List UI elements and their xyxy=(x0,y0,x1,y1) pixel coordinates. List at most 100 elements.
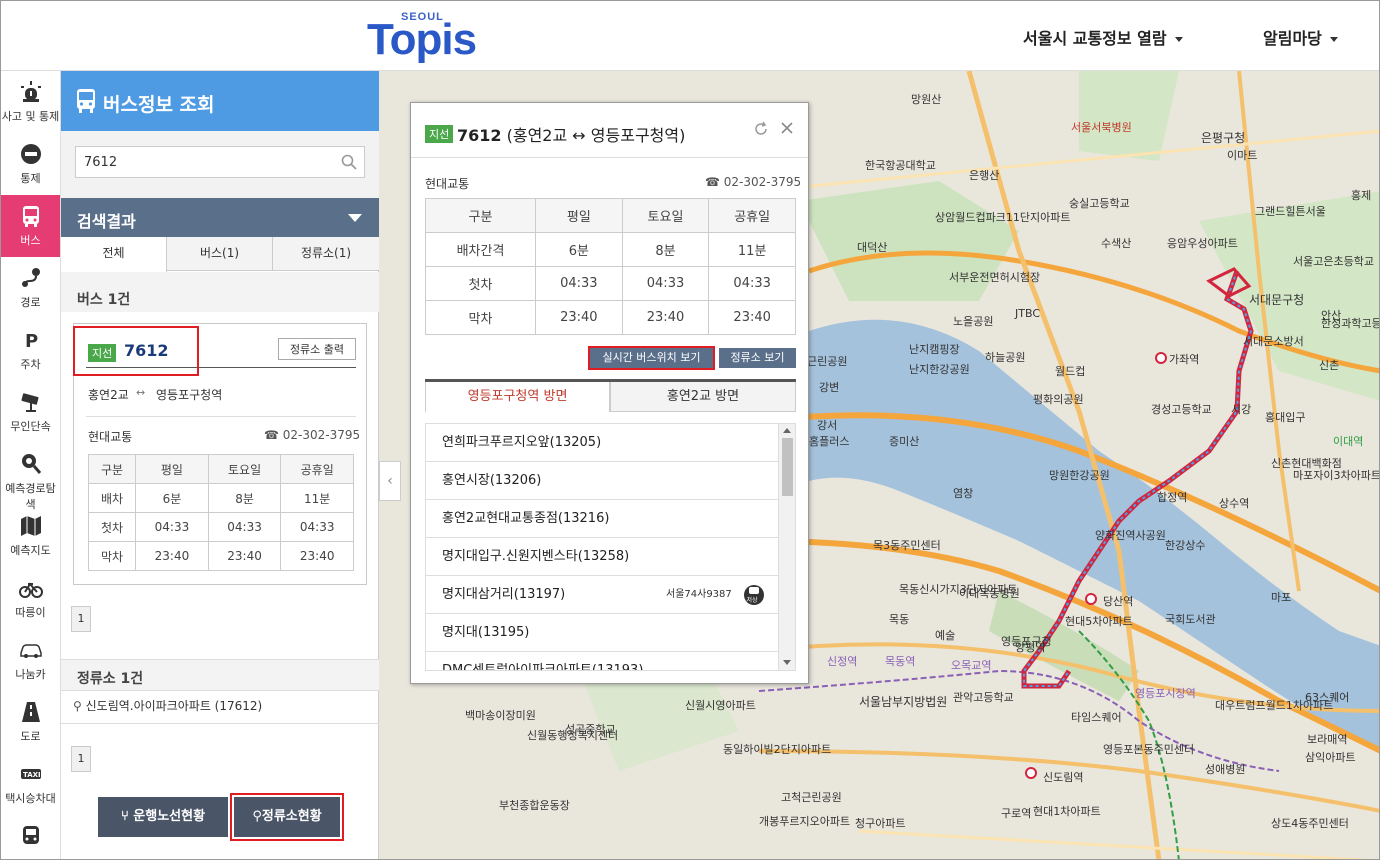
nav-traffic-info[interactable]: 서울시 교통정보 열람 xyxy=(1023,25,1183,49)
iconbar-item-train[interactable] xyxy=(1,815,60,859)
iconbar-label: 따릉이 xyxy=(15,606,46,619)
no-entry-icon xyxy=(20,144,41,164)
subway-station-marker[interactable] xyxy=(1155,352,1167,364)
map-label: 마포자이3차아파트 xyxy=(1293,469,1380,482)
tab-bus[interactable]: 버스(1) xyxy=(167,237,273,271)
refresh-icon[interactable] xyxy=(753,121,769,137)
iconbar-item-route[interactable]: 경로 xyxy=(1,257,60,319)
map-label: 강변 xyxy=(819,381,840,394)
map-label: 구로역 xyxy=(1001,807,1032,820)
stop-status-highlight-box xyxy=(230,793,344,841)
table-cell: 23:40 xyxy=(621,300,710,335)
nav-notice[interactable]: 알림마당 xyxy=(1263,25,1338,49)
list-item[interactable]: 명지대입구.신원지벤스타(13258) xyxy=(426,538,778,576)
map-label: 망원산 xyxy=(911,93,942,106)
iconbar-label: 예측지도 xyxy=(10,544,51,557)
subway-station-marker[interactable] xyxy=(1085,593,1097,605)
panel-collapse-button[interactable]: ‹ xyxy=(379,461,401,501)
route-status-button[interactable]: ⑂ 운행노선현황 xyxy=(98,797,228,837)
map-label: 서대문구청 xyxy=(1249,293,1305,307)
subway-station-marker[interactable] xyxy=(1025,767,1037,779)
map-label: 신촌 xyxy=(1319,359,1340,372)
map-label: JTBC xyxy=(1015,307,1040,320)
map-label: 망원한강공원 xyxy=(1049,469,1110,482)
map-label: 국회도서관 xyxy=(1165,613,1216,626)
bus-icon xyxy=(22,206,39,227)
svg-text:TAXI: TAXI xyxy=(23,771,41,779)
map-label: 가좌역 xyxy=(1169,353,1200,366)
table-cell: 04:33 xyxy=(621,266,710,301)
list-item[interactable]: 홍연시장(13206) xyxy=(426,462,778,500)
route-icon xyxy=(21,268,40,287)
tab-all[interactable]: 전체 xyxy=(61,237,167,272)
topis-logo[interactable]: SEOUL Topis xyxy=(367,11,491,64)
map-label: 근린공원 xyxy=(807,355,848,368)
map-label: 양화진역사공원 xyxy=(1095,529,1166,542)
park-area xyxy=(1079,71,1179,161)
map-label: 마포 xyxy=(1271,591,1292,604)
map-label: 현대5차아파트 xyxy=(1065,615,1133,628)
list-item[interactable]: 홍연2교현대교통종점(13216) xyxy=(426,500,778,538)
caret-down-icon xyxy=(1174,37,1183,42)
list-item[interactable]: DMC센트럴아이파크아파트(13193) xyxy=(426,652,778,670)
iconbar-item-accident[interactable]: 사고 및 통제 xyxy=(1,71,60,133)
map-label: 목동 xyxy=(889,613,910,626)
stop-list-scrollbar[interactable] xyxy=(778,424,795,670)
map-label: 영등포본동주민센터 xyxy=(1103,743,1195,756)
iconbar-item-taxi[interactable]: TAXI 택시승차대 xyxy=(1,753,60,815)
list-item-with-bus[interactable]: 명지대삼거리(13197) 서울74사9387 저상 xyxy=(426,576,778,614)
iconbar-item-bike[interactable]: 따릉이 xyxy=(1,567,60,629)
map-label: 그랜드힐튼서울 xyxy=(1255,205,1326,218)
print-stops-button[interactable]: 정류소 출력 xyxy=(278,338,356,360)
stop-pagination-page[interactable]: 1 xyxy=(71,746,91,772)
table-cell: 23:40 xyxy=(535,300,623,335)
tab-direction-hongyeon[interactable]: 홍연2교 방면 xyxy=(610,382,796,412)
results-title: 검색결과 xyxy=(77,212,136,231)
iconbar-item-carshare[interactable]: 나눔카 xyxy=(1,629,60,691)
results-header[interactable]: 검색결과 xyxy=(61,198,379,237)
map-label: 동일하이빌2단지아파트 xyxy=(723,743,832,756)
bicycle-icon xyxy=(18,582,43,598)
map-label: 서강 xyxy=(1231,403,1252,416)
map-label: 오목교역 xyxy=(951,659,992,672)
iconbar-item-bus[interactable]: 버스 xyxy=(1,195,60,257)
chevron-left-icon: ‹ xyxy=(387,473,393,489)
nav-notice-label: 알림마당 xyxy=(1263,29,1322,48)
view-stops-button[interactable]: 정류소 보기 xyxy=(719,348,796,368)
stop-result-item[interactable]: ⚲ 신도림역.아이파크아파트 (17612) xyxy=(73,697,262,714)
map-label: 보라매역 xyxy=(1307,733,1348,746)
iconbar-item-road[interactable]: 도로 xyxy=(1,691,60,753)
list-item[interactable]: 명지대(13195) xyxy=(426,614,778,652)
iconbar-label: 주차 xyxy=(20,358,41,371)
iconbar-item-predict-route[interactable]: 예측경로탐색 xyxy=(1,443,60,511)
map-label: 신도림역 xyxy=(1043,771,1084,784)
list-item[interactable]: 연희파크푸르지오앞(13205) xyxy=(426,424,778,462)
divider xyxy=(61,690,379,691)
tab-stop[interactable]: 정류소(1) xyxy=(273,237,379,271)
map-label: 서울고은초등학교 xyxy=(1293,255,1374,268)
map-label: 예술 xyxy=(935,629,956,642)
close-icon[interactable] xyxy=(780,121,794,135)
table-cell: 8분 xyxy=(621,232,710,267)
search-icon[interactable] xyxy=(341,154,357,170)
iconbar-item-camera[interactable]: 무인단속 xyxy=(1,381,60,443)
bus-info-panel: 버스정보 조회 검색결과 전체 버스(1) 정류소(1) 버스 1건 지선 76… xyxy=(61,71,379,859)
tab-direction-yeongdeungpo[interactable]: 영등포구청역 방면 xyxy=(425,382,610,412)
stop-list: 연희파크푸르지오앞(13205) 홍연시장(13206) 홍연2교현대교통종점(… xyxy=(425,423,796,671)
panel-title: 버스정보 조회 xyxy=(103,94,215,116)
scroll-down-icon[interactable] xyxy=(783,660,791,665)
map-label: 홈플러스 xyxy=(809,435,850,448)
bus-pagination-page[interactable]: 1 xyxy=(71,606,91,632)
scroll-thumb[interactable] xyxy=(782,438,793,496)
iconbar-item-parking[interactable]: P 주차 xyxy=(1,319,60,381)
map-label: 경성고등학교 xyxy=(1151,403,1212,416)
collapse-triangle-icon[interactable] xyxy=(348,214,362,222)
table-header: 구분 xyxy=(87,454,137,484)
live-bus-location-button[interactable]: 실시간 버스위치 보기 xyxy=(588,346,715,370)
iconbar-item-predict-map[interactable]: 예측지도 xyxy=(1,505,60,567)
scroll-up-icon[interactable] xyxy=(783,428,791,433)
table-cell: 23:40 xyxy=(135,541,209,571)
iconbar-item-control[interactable]: 통제 xyxy=(1,133,60,195)
low-floor-bus-icon[interactable]: 저상 xyxy=(744,584,764,606)
search-input[interactable] xyxy=(75,146,365,178)
